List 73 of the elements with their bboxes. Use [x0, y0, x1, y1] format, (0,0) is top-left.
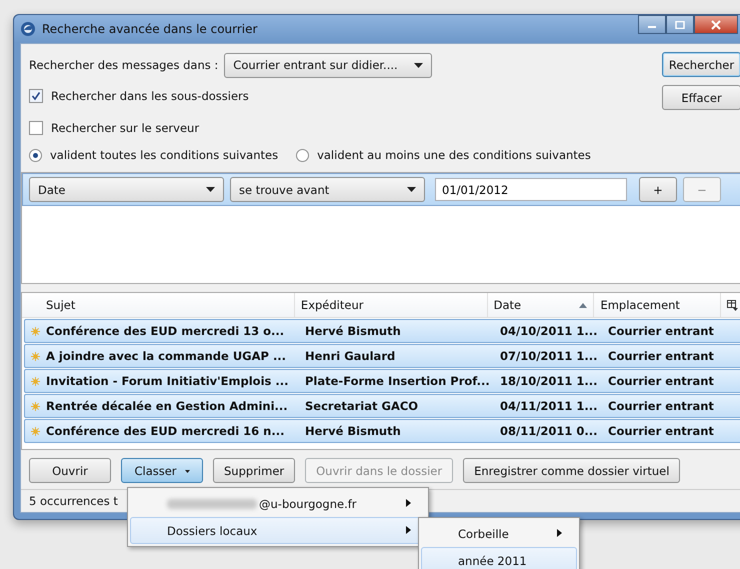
date-cell-text: 04/11/2011 1...	[499, 398, 599, 415]
location-cell-text: Courrier entrant	[607, 398, 715, 415]
action-button[interactable]: Enregistrer comme dossier virtuel	[463, 458, 680, 483]
checkbox[interactable]	[29, 121, 43, 135]
column-picker-icon	[727, 300, 738, 310]
date-cell-text: 08/11/2011 0...	[499, 423, 599, 440]
action-button[interactable]: Classer	[121, 458, 203, 483]
location-cell-text: Courrier entrant	[607, 373, 715, 390]
add-condition-button[interactable]: +	[639, 177, 677, 202]
maximize-button[interactable]	[666, 15, 694, 34]
maximize-icon	[675, 20, 685, 28]
message-row[interactable]: Conférence des EUD mercredi 16 n... Hervé Bismuth 08/11/2011 0... Courrier entrant	[24, 419, 740, 443]
action-button[interactable]: Supprimer	[213, 458, 296, 483]
submenu-arrow-icon	[406, 499, 411, 507]
date-cell-text: 07/10/2011 1...	[499, 348, 599, 365]
location-cell-text: Courrier entrant	[607, 423, 715, 440]
menu-item[interactable]: @u-bourgogne.fr	[130, 490, 426, 517]
search-button[interactable]: Rechercher	[662, 52, 740, 77]
caret-icon	[184, 470, 190, 473]
unread-star-icon	[31, 326, 40, 336]
caret-icon	[206, 187, 215, 192]
unread-star-icon	[31, 352, 40, 360]
submenu-arrow-icon	[406, 526, 411, 534]
message-row[interactable]: Rentrée décalée en Gestion Admini... Secretariat GACO 04/11/2011 1... Courrier entrant	[24, 394, 740, 418]
operator-dropdown[interactable]: se trouve avant	[230, 177, 425, 202]
app-icon	[20, 21, 36, 37]
folder-dropdown[interactable]: Courrier entrant sur didier....	[224, 52, 432, 78]
subject-cell: Invitation - Forum Initiativ'Emplois ...	[46, 374, 288, 388]
message-row[interactable]: A joindre avec la commande UGAP ... Henri Gaulard 07/10/2011 1... Courrier entrant	[24, 344, 740, 368]
caret-icon	[414, 62, 424, 68]
status-text: 5 occurrences t	[29, 494, 118, 508]
checkbox-label: Rechercher dans les sous-dossiers	[51, 89, 249, 103]
date-cell-text: 18/10/2011 1...	[499, 373, 599, 390]
minimize-button[interactable]	[638, 15, 666, 34]
location-cell-text: Courrier entrant	[607, 323, 715, 340]
column-header[interactable]: Emplacement	[594, 293, 722, 317]
location-cell-text: Courrier entrant	[607, 348, 715, 365]
close-icon	[711, 20, 721, 30]
date-input-field[interactable]: 01/01/2012	[435, 178, 627, 201]
action-button[interactable]: Ouvrir	[29, 458, 111, 483]
unread-star-icon	[31, 426, 40, 436]
unread-star-icon	[31, 402, 40, 410]
field-dropdown[interactable]: Date	[29, 177, 224, 202]
column-header[interactable]: Expéditeur	[294, 293, 488, 317]
radio-button[interactable]	[296, 148, 310, 162]
caret-icon	[407, 187, 416, 192]
subject-cell: A joindre avec la commande UGAP ...	[46, 349, 286, 363]
radio-button[interactable]	[29, 148, 42, 162]
close-button[interactable]	[694, 15, 738, 34]
clear-button[interactable]: Effacer	[662, 85, 740, 110]
subject-cell: Conférence des EUD mercredi 13 o...	[46, 324, 284, 338]
sender-cell-text: Plate-Forme Insertion Prof...	[304, 373, 491, 390]
sender-cell-text: Hervé Bismuth	[304, 423, 402, 440]
sort-ascending-icon	[579, 302, 588, 308]
checkbox[interactable]	[29, 89, 43, 103]
unread-star-icon	[31, 376, 40, 386]
menu-item[interactable]: année 2011	[421, 547, 577, 569]
checkbox-label: Rechercher sur le serveur	[51, 121, 200, 135]
column-header[interactable]: Sujet	[22, 293, 295, 317]
date-cell-text: 04/10/2011 1...	[499, 323, 599, 340]
subject-cell: Conférence des EUD mercredi 16 n...	[46, 424, 284, 438]
sender-cell-text: Hervé Bismuth	[304, 323, 402, 340]
message-row[interactable]: Conférence des EUD mercredi 13 o... Hervé Bismuth 04/10/2011 1... Courrier entrant	[24, 319, 740, 343]
message-row[interactable]: Invitation - Forum Initiativ'Emplois ... Plate-Forme Insertion Prof... 18/10/2011 1... Courrier entrant	[24, 369, 740, 393]
radio-label: valident toutes les conditions suivantes	[50, 148, 278, 162]
submenu-arrow-icon	[557, 529, 562, 537]
sender-cell-text: Henri Gaulard	[304, 348, 396, 365]
search-in-label: Rechercher des messages dans :	[29, 58, 218, 72]
column-header[interactable]: Date	[488, 293, 594, 317]
sender-cell-text: Secretariat GACO	[304, 398, 420, 415]
window-title: Recherche avancée dans le courrier	[42, 22, 258, 36]
radio-label: valident au moins une des conditions suivantes	[317, 148, 591, 162]
subject-cell: Rentrée décalée en Gestion Admini...	[46, 399, 288, 413]
